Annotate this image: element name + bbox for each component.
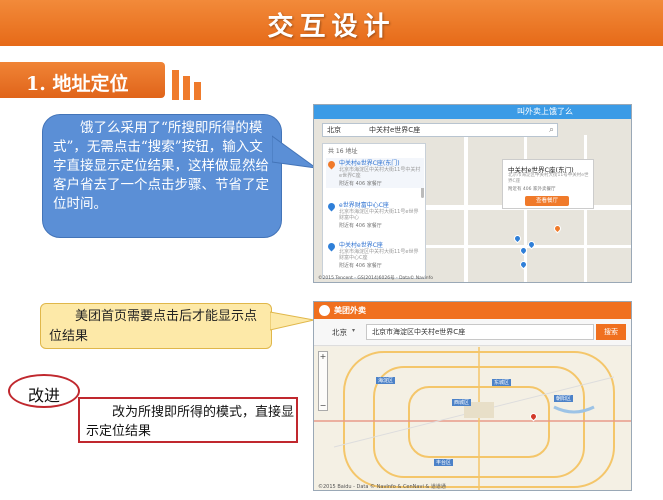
result-name: 中关村e世界C座 — [339, 242, 383, 249]
district-label: 丰台区 — [434, 459, 454, 466]
search-icon[interactable]: ⌕ — [549, 125, 554, 135]
section-label: 1. 地址定位 — [26, 73, 129, 95]
meituan-brand: 美团外卖 — [334, 306, 366, 315]
callout-pointer — [272, 135, 316, 169]
district-label: 海淀区 — [376, 377, 396, 384]
result-meta: 附近有 406 家餐厅 — [339, 223, 382, 229]
callout-meituan-note: 美团首页需要点击后才能显示点位结果 — [40, 303, 272, 349]
popup-address: 北京市海淀区中关村大街11号中关村e世界C座 — [508, 173, 589, 184]
zoom-control[interactable]: + − — [318, 351, 328, 411]
view-restaurants-button[interactable]: 查看餐厅 — [525, 196, 569, 206]
zoom-out-icon[interactable]: − — [319, 401, 327, 410]
callout-pointer — [270, 311, 314, 331]
map-pin-icon[interactable] — [552, 223, 563, 234]
location-pin-icon — [326, 241, 337, 252]
eleme-city-select[interactable]: 北京 — [327, 125, 341, 135]
meituan-search-query: 北京市海淀区中关村e世界C座 — [372, 328, 466, 336]
callout-eleme-text: 饿了么采用了“所搜即所得的模式”，无需点击“搜索”按钮，输入文字直接显示定位结果… — [53, 120, 269, 212]
eleme-search-input[interactable]: 中关村e世界C座 — [369, 125, 420, 135]
chevron-down-icon[interactable]: ▾ — [352, 327, 355, 334]
improve-box: 改为所搜即所得的模式，直接显示定位结果 — [78, 397, 298, 443]
section-header: 1. 地址定位 — [0, 62, 165, 98]
result-item[interactable]: 中关村e世界C座 北京市海淀区中关村大街11号e世界财富中心C座 附近有 406… — [326, 240, 424, 270]
result-address: 北京市海淀区中关村大街11号e世界财富中心C座 — [339, 249, 419, 261]
popup-meta: 附近有 406 家外卖餐厅 — [508, 187, 556, 192]
result-meta: 附近有 406 家餐厅 — [339, 181, 382, 187]
meituan-map[interactable]: + − 西城区 东城区 朝阳区 海淀区 丰台区 ©2015 Baidu - Da… — [314, 347, 631, 490]
district-label: 朝阳区 — [554, 395, 574, 402]
result-item[interactable]: 中关村e世界C座(东门) 北京市海淀区中关村大街11号中关村e世界C座 附近有 … — [326, 158, 424, 188]
title-bar: 交互设计 — [0, 0, 663, 46]
location-popup: 中关村e世界C座(东门) 北京市海淀区中关村大街11号中关村e世界C座 附近有 … — [502, 159, 594, 209]
map-road — [584, 135, 587, 282]
improve-label: 改进 — [27, 386, 60, 405]
result-name: e世界财富中心C座 — [339, 202, 389, 209]
callout-meituan-text: 美团首页需要点击后才能显示点位结果 — [49, 309, 258, 344]
location-pin-icon — [326, 201, 337, 212]
map-copyright: ©2015 Baidu - Data © NavInfo & CenNavi &… — [318, 484, 446, 490]
meituan-header: 美团外卖 — [314, 302, 631, 319]
meituan-logo-icon — [319, 305, 330, 316]
district-label: 东城区 — [492, 379, 512, 386]
zoom-in-icon[interactable]: + — [319, 352, 327, 361]
result-meta: 附近有 406 家餐厅 — [339, 263, 382, 269]
eleme-results-panel: 共 16 地址 中关村e世界C座(东门) 北京市海淀区中关村大街11号中关村e世… — [322, 143, 426, 279]
map-copyright: ©2015 Tencent - GS(2014)6026号 - Data© Na… — [318, 276, 433, 281]
meituan-screenshot: 美团外卖 北京 ▾ 北京市海淀区中关村e世界C座 搜索 + − 西城区 东城区 … — [313, 301, 632, 491]
result-name: 中关村e世界C座(东门) — [339, 160, 400, 167]
map-roads — [314, 347, 631, 490]
meituan-search-input[interactable]: 北京市海淀区中关村e世界C座 — [366, 324, 594, 340]
decorative-bar — [172, 70, 179, 100]
map-road — [464, 135, 468, 282]
meituan-search-bar: 北京 ▾ 北京市海淀区中关村e世界C座 搜索 — [314, 319, 631, 346]
page-title: 交互设计 — [267, 12, 396, 42]
callout-eleme-note: 饿了么采用了“所搜即所得的模式”，无需点击“搜索”按钮，输入文字直接显示定位结果… — [42, 114, 282, 238]
meituan-search-button[interactable]: 搜索 — [596, 324, 626, 340]
result-address: 北京市海淀区中关村大街11号e世界财富中心 — [339, 209, 419, 221]
eleme-header: 叫外卖上饿了么 — [314, 105, 631, 119]
result-count: 共 16 地址 — [328, 148, 358, 155]
result-address: 北京市海淀区中关村大街11号中关村e世界C座 — [339, 167, 421, 179]
map-pin-icon[interactable] — [512, 233, 523, 244]
eleme-screenshot: 叫外卖上饿了么 北京 中关村e世界C座 ⌕ 共 16 地址 中关村e世界C座(东… — [313, 104, 632, 283]
decorative-bar — [194, 82, 201, 100]
eleme-header-title: 叫外卖上饿了么 — [517, 107, 573, 116]
improve-badge: 改进 — [8, 374, 80, 408]
meituan-city-select[interactable]: 北京 — [332, 327, 347, 338]
eleme-search-box[interactable]: 北京 中关村e世界C座 ⌕ — [322, 123, 558, 137]
result-item[interactable]: e世界财富中心C座 北京市海淀区中关村大街11号e世界财富中心 附近有 406 … — [326, 200, 424, 230]
district-label: 西城区 — [452, 399, 472, 406]
improve-text: 改为所搜即所得的模式，直接显示定位结果 — [86, 405, 295, 439]
decorative-bar — [183, 76, 190, 100]
location-pin-icon — [326, 159, 337, 170]
